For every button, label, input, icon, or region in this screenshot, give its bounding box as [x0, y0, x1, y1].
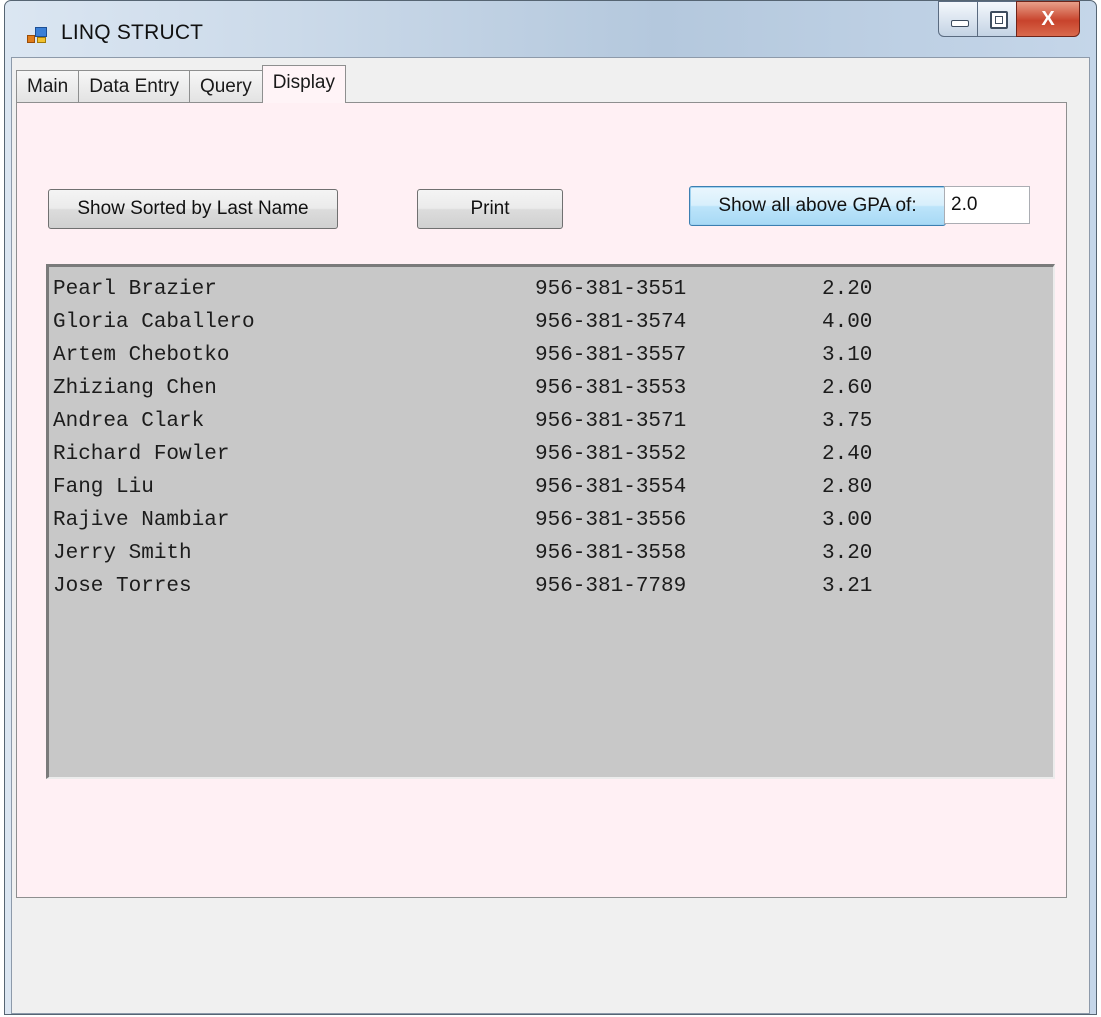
student-name: Pearl Brazier — [53, 278, 217, 301]
student-name: Fang Liu — [53, 476, 154, 499]
list-item[interactable]: Zhiziang Chen 956-381-3553 2.60 — [53, 372, 1053, 405]
client-area: Main Data Entry Query Display Show Sorte… — [11, 57, 1090, 1014]
student-name: Richard Fowler — [53, 443, 230, 466]
student-name: Gloria Caballero — [53, 311, 255, 334]
list-item[interactable]: Rajive Nambiar 956-381-3556 3.00 — [53, 504, 1053, 537]
caption-buttons: X — [938, 1, 1080, 39]
list-item[interactable]: Pearl Brazier 956-381-3551 2.20 — [53, 273, 1053, 306]
tab-label: Query — [199, 76, 252, 97]
list-item[interactable]: Gloria Caballero 956-381-3574 4.00 — [53, 306, 1053, 339]
student-gpa: 3.21 — [822, 575, 873, 598]
tab-query[interactable]: Query — [188, 70, 263, 103]
student-phone: 956-381-3571 — [535, 410, 687, 433]
student-phone: 956-381-3558 — [535, 542, 687, 565]
minimize-icon — [951, 20, 969, 27]
student-name: Artem Chebotko — [53, 344, 230, 367]
gpa-threshold-input[interactable] — [944, 186, 1030, 224]
student-gpa: 3.10 — [822, 344, 873, 367]
student-phone: 956-381-3556 — [535, 509, 687, 532]
student-phone: 956-381-7789 — [535, 575, 687, 598]
app-window: LINQ STRUCT X Main Data Entry Query Disp… — [4, 0, 1097, 1015]
list-item[interactable]: Fang Liu 956-381-3554 2.80 — [53, 471, 1053, 504]
close-button[interactable]: X — [1016, 1, 1080, 37]
student-phone: 956-381-3554 — [535, 476, 687, 499]
list-item[interactable]: Jerry Smith 956-381-3558 3.20 — [53, 537, 1053, 570]
student-phone: 956-381-3553 — [535, 377, 687, 400]
tab-label: Main — [27, 76, 69, 97]
student-phone: 956-381-3574 — [535, 311, 687, 334]
maximize-icon — [990, 11, 1008, 29]
tab-display[interactable]: Display — [261, 65, 347, 103]
tab-label: Data Entry — [89, 76, 179, 97]
student-phone: 956-381-3551 — [535, 278, 687, 301]
student-gpa: 3.75 — [822, 410, 873, 433]
student-gpa: 2.40 — [822, 443, 873, 466]
student-gpa: 3.20 — [822, 542, 873, 565]
display-tab-page: Show Sorted by Last Name Print Show all … — [16, 102, 1067, 898]
student-name: Andrea Clark — [53, 410, 205, 433]
student-gpa: 2.60 — [822, 377, 873, 400]
student-name: Jerry Smith — [53, 542, 192, 565]
close-icon: X — [1041, 8, 1055, 30]
student-gpa: 2.80 — [822, 476, 873, 499]
show-sorted-by-last-name-button[interactable]: Show Sorted by Last Name — [48, 189, 338, 229]
student-listbox[interactable]: Pearl Brazier 956-381-3551 2.20 Gloria C… — [46, 264, 1055, 779]
tab-main[interactable]: Main — [16, 70, 80, 103]
list-item[interactable]: Artem Chebotko 956-381-3557 3.10 — [53, 339, 1053, 372]
student-gpa: 2.20 — [822, 278, 873, 301]
student-gpa: 4.00 — [822, 311, 873, 334]
tab-data-entry[interactable]: Data Entry — [78, 70, 190, 103]
student-gpa: 3.00 — [822, 509, 873, 532]
window-title: LINQ STRUCT — [61, 21, 204, 44]
tab-label: Display — [272, 72, 336, 93]
minimize-button[interactable] — [938, 1, 978, 37]
student-phone: 956-381-3552 — [535, 443, 687, 466]
print-button[interactable]: Print — [417, 189, 563, 229]
list-item[interactable]: Jose Torres 956-381-7789 3.21 — [53, 570, 1053, 603]
list-item[interactable]: Richard Fowler 956-381-3552 2.40 — [53, 438, 1053, 471]
student-phone: 956-381-3557 — [535, 344, 687, 367]
title-bar[interactable]: LINQ STRUCT X — [5, 1, 1096, 61]
list-item[interactable]: Andrea Clark 956-381-3571 3.75 — [53, 405, 1053, 438]
show-above-gpa-button[interactable]: Show all above GPA of: — [689, 186, 946, 226]
maximize-button[interactable] — [977, 1, 1017, 37]
student-name: Zhiziang Chen — [53, 377, 217, 400]
app-window-icon[interactable] — [27, 27, 47, 43]
student-name: Rajive Nambiar — [53, 509, 230, 532]
tab-strip: Main Data Entry Query Display — [16, 65, 347, 103]
student-name: Jose Torres — [53, 575, 192, 598]
